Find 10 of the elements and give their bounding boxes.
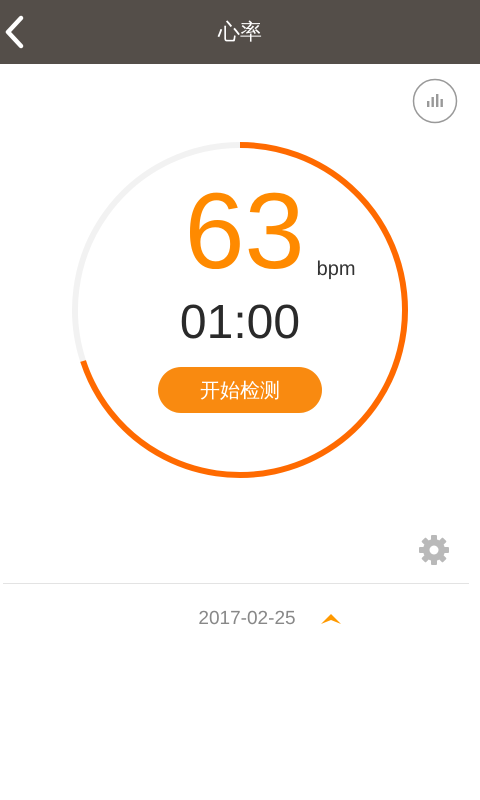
back-icon[interactable] — [4, 15, 24, 49]
bar-chart-icon[interactable] — [412, 78, 458, 124]
unit-label: bpm — [316, 258, 356, 281]
timer-text: 01:00 — [180, 295, 300, 351]
caret-icon[interactable] — [320, 613, 342, 625]
date-text: 2017-02-25 — [198, 608, 296, 630]
start-button[interactable]: 开始检测 — [158, 367, 322, 413]
settings-icon[interactable] — [417, 533, 451, 567]
page-title: 心率 — [218, 19, 262, 47]
heart-rate-value: 63 — [184, 181, 305, 281]
